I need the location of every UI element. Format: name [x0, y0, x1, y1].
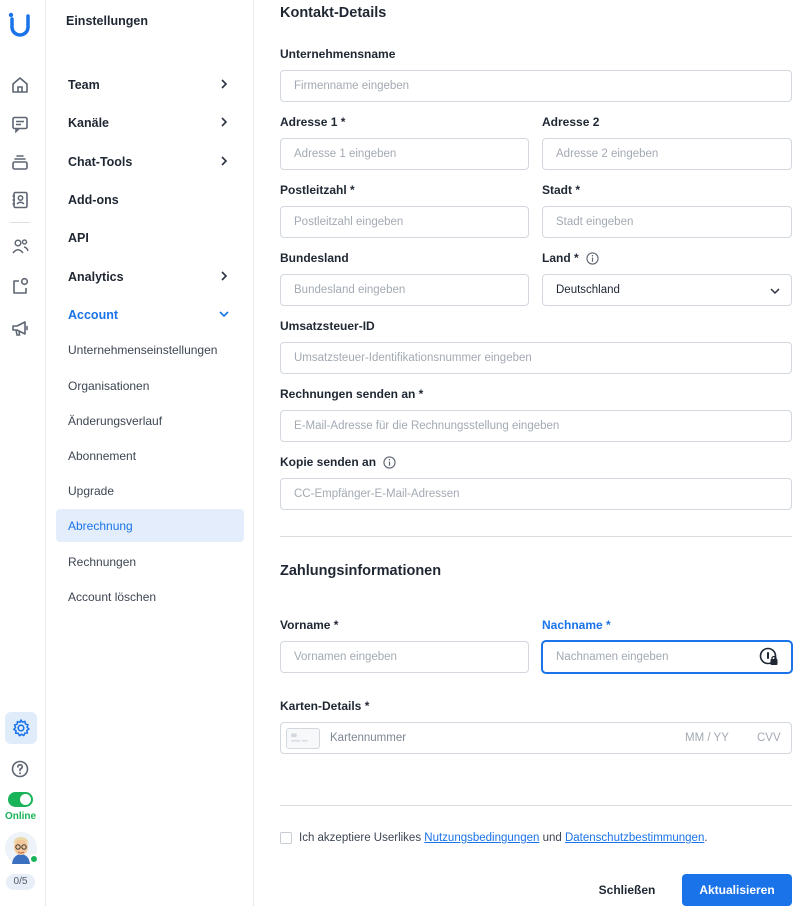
settings-icon[interactable] [5, 712, 37, 744]
card-expiry-input[interactable]: MM / YY [685, 732, 729, 744]
card-cvv-input[interactable]: CVV [757, 732, 781, 744]
sidebar-subitem-delete-account[interactable]: Account löschen [56, 580, 244, 613]
team-icon[interactable] [9, 235, 31, 257]
sidebar-item-label: Analytics [68, 269, 124, 284]
state-input[interactable] [280, 274, 529, 306]
last-name-input[interactable] [542, 641, 792, 673]
invoice-email-input[interactable] [280, 410, 792, 442]
postcode-input[interactable] [280, 206, 529, 238]
card-details-field[interactable]: Kartennummer MM / YY CVV [280, 722, 792, 754]
state-label: Bundesland [280, 251, 349, 265]
chevron-down-icon [219, 311, 229, 318]
sidebar-item-label: Kanäle [68, 115, 109, 130]
privacy-policy-link[interactable]: Datenschutzbestimmungen [565, 832, 704, 844]
credit-card-icon [286, 728, 320, 749]
country-select[interactable]: Deutschland [542, 274, 792, 306]
close-button[interactable]: Schließen [591, 874, 663, 906]
update-button[interactable]: Aktualisieren [682, 874, 792, 906]
password-manager-icon[interactable] [759, 647, 779, 667]
city-label: Stadt * [542, 183, 581, 197]
country-select-value: Deutschland [556, 284, 620, 296]
last-name-label: Nachname * [542, 618, 611, 632]
chevron-right-icon [221, 271, 228, 281]
help-icon[interactable] [9, 758, 31, 780]
sidebar-item-label: Account [68, 307, 118, 322]
home-icon[interactable] [9, 74, 31, 96]
logo-icon[interactable] [7, 10, 33, 38]
chevron-right-icon [221, 117, 228, 127]
sidebar-item-account[interactable]: Account [56, 298, 244, 331]
sidebar-subitem-subscription[interactable]: Abonnement [56, 439, 244, 472]
address1-input[interactable] [280, 138, 529, 170]
vat-id-label: Umsatzsteuer-ID [280, 319, 375, 333]
integrations-icon[interactable] [9, 275, 31, 297]
first-name-label: Vorname * [280, 618, 339, 632]
payment-info-heading: Zahlungsinformationen [280, 563, 442, 579]
online-status-label: Online [4, 811, 37, 822]
chevron-right-icon [221, 156, 228, 166]
card-number-input[interactable]: Kartennummer [330, 732, 406, 744]
sidebar-item-label: Add-ons [68, 192, 119, 207]
cc-email-label-text: Kopie senden an [280, 455, 377, 469]
chevron-right-icon [221, 79, 228, 89]
contacts-icon[interactable] [9, 189, 31, 211]
card-details-label: Karten-Details * [280, 699, 370, 713]
sidebar-item-label: API [68, 230, 89, 245]
sidebar-subitem-invoices[interactable]: Rechnungen [56, 545, 244, 578]
company-name-input[interactable] [280, 70, 792, 102]
country-label-text: Land * [542, 251, 579, 265]
terms-text-and: und [542, 832, 562, 844]
chevron-down-icon [770, 288, 780, 295]
sidebar-item-add-ons[interactable]: Add-ons [56, 183, 244, 216]
sidebar-item-channels[interactable]: Kanäle [56, 106, 244, 139]
cc-email-input[interactable] [280, 478, 792, 510]
campaigns-icon[interactable] [9, 317, 31, 339]
company-name-label: Unternehmensname [280, 47, 396, 61]
terms-checkbox[interactable] [280, 832, 292, 844]
seat-counter-badge: 0/5 [6, 874, 35, 890]
country-label: Land * [542, 251, 599, 265]
sidebar-subitem-organizations[interactable]: Organisationen [56, 369, 244, 402]
sidebar-title: Einstellungen [66, 14, 148, 28]
cc-email-label: Kopie senden an [280, 455, 396, 469]
terms-of-use-link[interactable]: Nutzungsbedingungen [424, 832, 539, 844]
info-icon[interactable] [383, 455, 396, 469]
sidebar-subitem-upgrade[interactable]: Upgrade [56, 474, 244, 507]
sidebar-item-label: Team [68, 77, 100, 92]
address2-label: Adresse 2 [542, 115, 600, 129]
online-dot [29, 854, 39, 864]
settings-sidebar: Einstellungen Team Kanäle Chat-Tools Add… [46, 0, 254, 906]
vat-id-input[interactable] [280, 342, 792, 374]
online-toggle[interactable] [8, 792, 33, 807]
avatar[interactable] [5, 832, 39, 864]
info-icon[interactable] [586, 251, 599, 265]
terms-text-period: . [704, 832, 708, 844]
contact-details-heading: Kontakt-Details [280, 5, 387, 21]
postcode-label: Postleitzahl * [280, 183, 355, 197]
sidebar-item-analytics[interactable]: Analytics [56, 260, 244, 293]
rail-divider [10, 222, 30, 223]
icon-rail: Online 0/5 [0, 0, 46, 906]
address1-label: Adresse 1 * [280, 115, 346, 129]
section-divider [280, 536, 792, 537]
section-divider [280, 805, 792, 806]
sidebar-item-team[interactable]: Team [56, 68, 244, 101]
terms-text: Ich akzeptiere Userlikes [299, 832, 422, 844]
sidebar-subitem-billing[interactable]: Abrechnung [56, 509, 244, 542]
address2-input[interactable] [542, 138, 792, 170]
sidebar-item-chat-tools[interactable]: Chat-Tools [56, 145, 244, 178]
terms-row: Ich akzeptiere Userlikes Nutzungsbedingu… [280, 832, 708, 844]
city-input[interactable] [542, 206, 792, 238]
sidebar-subitem-change-history[interactable]: Änderungsverlauf [56, 404, 244, 437]
first-name-input[interactable] [280, 641, 529, 673]
sidebar-item-label: Chat-Tools [68, 154, 133, 169]
invoice-email-label: Rechnungen senden an * [280, 387, 424, 401]
sidebar-subitem-company-settings[interactable]: Unternehmenseinstellungen [56, 333, 244, 366]
stack-icon[interactable] [9, 151, 31, 173]
inbox-icon[interactable] [9, 113, 31, 135]
billing-form: Kontakt-Details Unternehmensname Adresse… [255, 0, 811, 906]
sidebar-item-api[interactable]: API [56, 221, 244, 254]
